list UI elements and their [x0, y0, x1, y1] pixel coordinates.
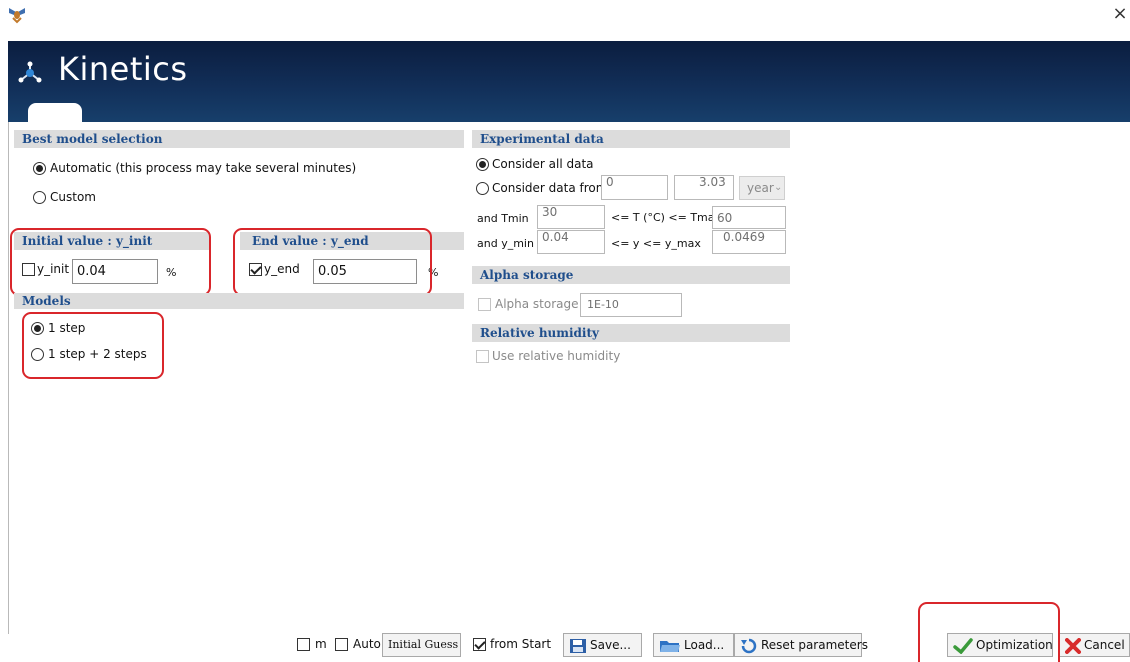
custom-label: Custom: [50, 190, 96, 204]
consider-from-radio[interactable]: [476, 182, 489, 195]
content-frame: [8, 122, 1130, 634]
reset-parameters-button[interactable]: Reset parameters: [734, 633, 868, 657]
until-input[interactable]: 3.03: [674, 175, 734, 200]
ymin-label: and y_min: [477, 237, 534, 250]
cancel-button[interactable]: Cancel: [1059, 633, 1130, 657]
chevron-down-icon: ⌄: [774, 182, 783, 193]
save-icon: [570, 638, 586, 653]
relative-humidity-checkbox[interactable]: [476, 350, 489, 363]
app-logo-icon: [9, 8, 25, 24]
alpha-storage-checkbox[interactable]: [478, 298, 491, 311]
section-models: Models: [14, 293, 464, 309]
time-unit-value: year: [747, 181, 774, 195]
tmax-input[interactable]: 60: [712, 206, 786, 229]
tmin-label: and Tmin: [477, 212, 529, 225]
molecule-icon: [18, 61, 42, 83]
m-label: m: [315, 637, 327, 651]
section-best-model: Best model selection: [14, 130, 464, 148]
m-checkbox[interactable]: [297, 638, 310, 651]
automatic-radio[interactable]: [33, 162, 46, 175]
load-button[interactable]: Load...: [653, 633, 734, 657]
custom-radio[interactable]: [33, 191, 46, 204]
highlight-initial-value: [10, 228, 211, 296]
from-input[interactable]: 0: [601, 175, 668, 200]
t-range-label: <= T (°C) <= Tmax: [611, 211, 722, 224]
folder-open-icon: [660, 640, 680, 652]
consider-all-label: Consider all data: [492, 157, 594, 171]
time-unit-select[interactable]: year ⌄: [739, 176, 785, 200]
reset-label: Reset parameters: [761, 638, 868, 652]
from-start-checkbox[interactable]: [473, 638, 486, 651]
cancel-x-icon: [1065, 637, 1081, 654]
tmin-input[interactable]: 30: [537, 205, 605, 229]
header-tab[interactable]: [28, 103, 82, 123]
load-label: Load...: [684, 638, 725, 652]
from-start-label: from Start: [490, 637, 552, 651]
save-button[interactable]: Save...: [563, 633, 642, 657]
title-bar: [0, 0, 1130, 30]
section-relative-humidity: Relative humidity: [472, 324, 790, 342]
alpha-storage-label: Alpha storage: [495, 297, 579, 311]
auto-checkbox[interactable]: [335, 638, 348, 651]
highlight-optimization: [918, 602, 1060, 662]
automatic-label: Automatic (this process may take several…: [50, 161, 357, 175]
alpha-storage-input[interactable]: 1E-10: [580, 293, 682, 317]
ymax-input[interactable]: 0.0469: [712, 230, 786, 254]
section-alpha-storage: Alpha storage: [472, 266, 790, 284]
initial-guess-button[interactable]: Initial Guess: [382, 633, 461, 657]
ymin-input[interactable]: 0.04: [537, 230, 605, 254]
reset-icon: [741, 638, 757, 653]
page-title: Kinetics: [58, 50, 188, 88]
close-window-button[interactable]: ×: [1110, 4, 1130, 24]
save-label: Save...: [590, 638, 631, 652]
highlight-end-value: [233, 228, 432, 296]
y-range-label: <= y <= y_max: [611, 237, 701, 250]
consider-from-label: Consider data from: [492, 181, 608, 195]
consider-all-radio[interactable]: [476, 158, 489, 171]
relative-humidity-label: Use relative humidity: [492, 349, 621, 363]
cancel-label: Cancel: [1084, 638, 1125, 652]
section-experimental-data: Experimental data: [472, 130, 790, 148]
highlight-models: [22, 312, 164, 379]
auto-label: Auto: [353, 637, 381, 651]
